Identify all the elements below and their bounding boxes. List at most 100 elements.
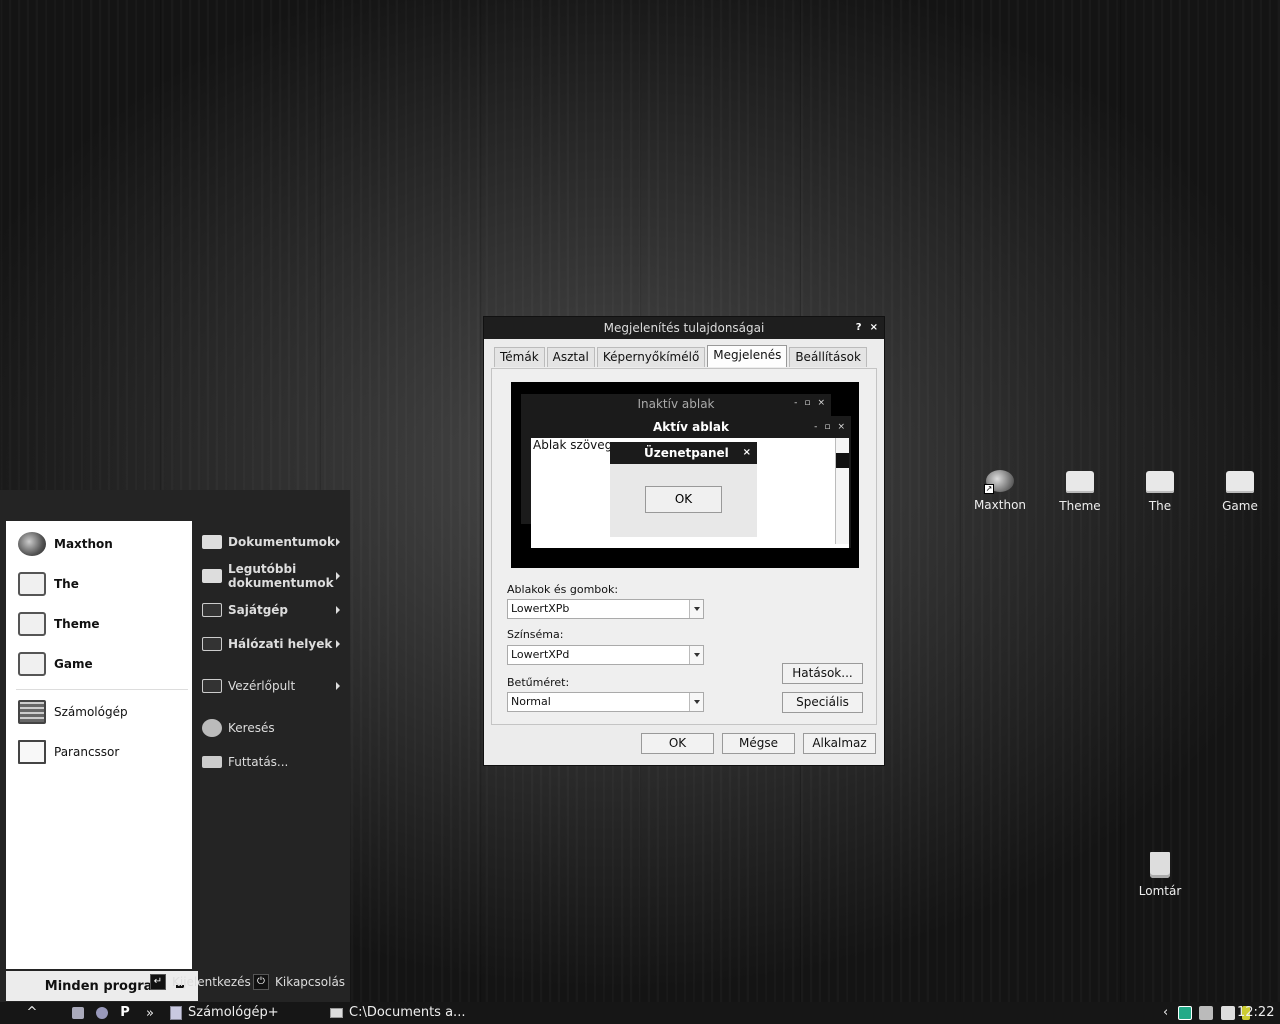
start-place-label: Hálózati helyek xyxy=(228,637,333,651)
advanced-button[interactable]: Speciális xyxy=(782,692,863,713)
folder-icon xyxy=(18,612,46,636)
preview-message-title: Üzenetpanel xyxy=(644,446,729,460)
chevron-right-icon xyxy=(336,682,340,690)
pidgin-icon[interactable]: P xyxy=(120,1002,130,1024)
task-label: Számológép+ xyxy=(188,1005,279,1020)
tab-screensaver[interactable]: Képernyőkímélő xyxy=(596,347,706,367)
start-menu-separator xyxy=(16,689,188,690)
dialog-tabs: Témák Asztal Képernyőkímélő Megjelenés B… xyxy=(494,345,869,367)
start-item-label: Theme xyxy=(54,617,100,631)
start-menu: Maxthon The Theme Game Számológép Paranc… xyxy=(0,490,350,1002)
desktop-icon-label: Theme xyxy=(1059,499,1101,513)
desktop-icon-label: Lomtár xyxy=(1138,884,1182,898)
browser-shortcut-icon: ↗ xyxy=(984,470,1014,494)
network-tray-icon[interactable] xyxy=(1178,1005,1193,1020)
preview-inactive-title: Inaktív ablak xyxy=(637,397,715,411)
all-programs-label: Minden program xyxy=(44,978,166,994)
ok-button[interactable]: OK xyxy=(641,733,714,754)
start-place-label: Keresés xyxy=(228,721,275,735)
start-item-command-prompt[interactable]: Parancssor xyxy=(18,737,119,767)
font-size-label: Betűméret: xyxy=(507,676,570,689)
clock[interactable]: 12:22 xyxy=(1237,1002,1274,1024)
start-place-label: Futtatás... xyxy=(228,755,289,769)
close-button[interactable]: × xyxy=(870,317,878,339)
folder-icon xyxy=(202,535,222,549)
tray-expand-button[interactable]: ‹ xyxy=(1163,1005,1168,1020)
close-icon: × xyxy=(742,447,751,458)
desktop-icon-theme[interactable]: Theme xyxy=(1044,471,1116,513)
tab-appearance[interactable]: Megjelenés xyxy=(707,345,788,367)
apply-button[interactable]: Alkalmaz xyxy=(803,733,876,754)
preview-scrollbar xyxy=(835,438,849,544)
start-button[interactable]: ^ xyxy=(24,1002,40,1024)
start-place-recent-documents[interactable]: Legutóbbi dokumentumok xyxy=(202,561,344,591)
chevron-down-icon[interactable] xyxy=(689,646,703,664)
start-item-game[interactable]: Game xyxy=(18,649,93,679)
start-item-calculator[interactable]: Számológép xyxy=(18,697,128,727)
chevron-down-icon[interactable] xyxy=(689,600,703,618)
close-icon: × xyxy=(837,422,845,432)
task-explorer[interactable]: C:\Documents a... xyxy=(330,1002,465,1024)
calculator-icon xyxy=(18,700,46,724)
calculator-icon xyxy=(170,1006,182,1020)
start-item-label: Számológép xyxy=(54,705,128,719)
start-menu-programs-pane: Maxthon The Theme Game Számológép Paranc… xyxy=(6,521,198,1001)
start-item-label: Parancssor xyxy=(54,745,120,759)
start-item-label: The xyxy=(54,577,79,591)
desktop-icon-game[interactable]: Game xyxy=(1204,471,1276,513)
desktop-icon-label: Game xyxy=(1222,499,1258,513)
logoff-button[interactable]: ↵ Kijelentkezés xyxy=(150,974,251,990)
dialog-titlebar[interactable]: Megjelenítés tulajdonságai ? × xyxy=(484,317,884,339)
globe-icon[interactable] xyxy=(96,1007,109,1019)
tab-themes[interactable]: Témák xyxy=(494,347,545,367)
skype-tray-icon[interactable] xyxy=(1220,1005,1235,1020)
start-place-control-panel[interactable]: Vezérlőpult xyxy=(202,677,344,695)
start-place-search[interactable]: Keresés xyxy=(202,718,344,738)
desktop-icon-recycle-bin[interactable]: Lomtár xyxy=(1124,852,1196,898)
preview-window-text: Ablak szövege xyxy=(533,438,620,452)
chevron-right-icon xyxy=(336,572,340,580)
tab-settings[interactable]: Beállítások xyxy=(789,347,867,367)
windows-buttons-value: LowertXPb xyxy=(511,602,570,615)
save-icon[interactable] xyxy=(72,1007,84,1019)
help-button[interactable]: ? xyxy=(856,317,862,339)
start-place-label: Vezérlőpult xyxy=(228,679,296,693)
windows-buttons-select[interactable]: LowertXPb xyxy=(507,599,704,619)
minimize-icon: - xyxy=(794,398,798,408)
folder-icon xyxy=(330,1008,343,1018)
maximize-icon: ▫ xyxy=(824,422,831,432)
start-item-the[interactable]: The xyxy=(18,569,79,599)
desktop-icon-maxthon[interactable]: ↗ Maxthon xyxy=(964,470,1036,512)
start-item-maxthon[interactable]: Maxthon xyxy=(18,529,113,559)
task-calculator[interactable]: Számológép+ xyxy=(170,1002,279,1024)
font-size-select[interactable]: Normal xyxy=(507,692,704,712)
start-place-documents[interactable]: Dokumentumok xyxy=(202,533,344,551)
start-item-label: Maxthon xyxy=(54,537,113,551)
cancel-button[interactable]: Mégse xyxy=(722,733,795,754)
start-place-network[interactable]: Hálózati helyek xyxy=(202,635,344,653)
start-place-my-computer[interactable]: Sajátgép xyxy=(202,601,344,619)
shutdown-label: Kikapcsolás xyxy=(275,975,346,989)
start-place-label: Sajátgép xyxy=(228,603,289,617)
chevron-right-icon xyxy=(336,606,340,614)
messenger-tray-icon[interactable] xyxy=(1199,1005,1214,1020)
power-icon: ⏻ xyxy=(253,974,269,990)
quick-launch-more[interactable]: » xyxy=(146,1006,154,1021)
preview-ok-button: OK xyxy=(645,486,722,513)
start-place-run[interactable]: Futtatás... xyxy=(202,753,344,771)
logoff-icon: ↵ xyxy=(150,974,166,990)
display-properties-dialog: Megjelenítés tulajdonságai ? × Témák Asz… xyxy=(483,316,885,766)
task-label: C:\Documents a... xyxy=(349,1005,466,1020)
shutdown-button[interactable]: ⏻ Kikapcsolás xyxy=(253,974,345,990)
preview-active-title: Aktív ablak xyxy=(653,420,729,434)
desktop-icon-label: Maxthon xyxy=(973,498,1027,512)
effects-button[interactable]: Hatások... xyxy=(782,663,863,684)
desktop-icon-label: The xyxy=(1148,499,1172,513)
color-scheme-label: Színséma: xyxy=(507,628,564,641)
tab-desktop[interactable]: Asztal xyxy=(546,347,595,367)
color-scheme-select[interactable]: LowertXPd xyxy=(507,645,704,665)
folder-icon xyxy=(18,652,46,676)
desktop-icon-the[interactable]: The xyxy=(1124,471,1196,513)
start-item-theme[interactable]: Theme xyxy=(18,609,100,639)
chevron-down-icon[interactable] xyxy=(689,693,703,711)
